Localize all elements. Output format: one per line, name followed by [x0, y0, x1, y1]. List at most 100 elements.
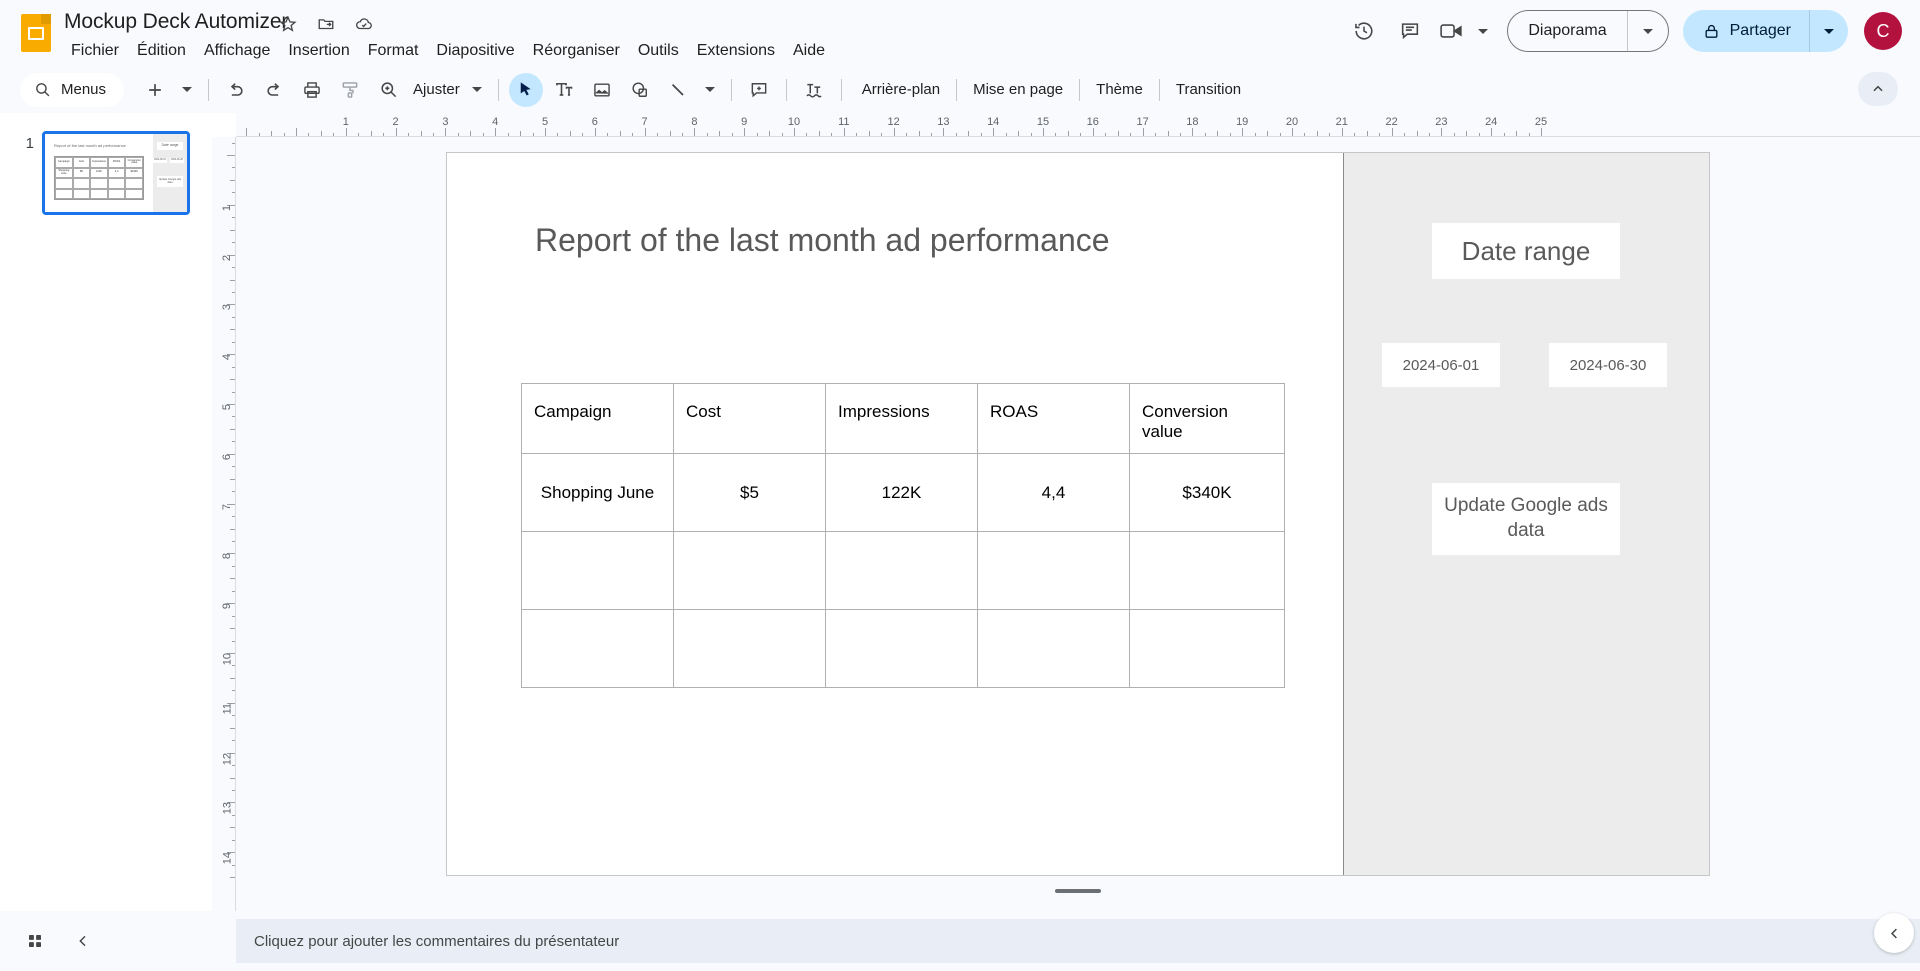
- paint-format-icon[interactable]: [333, 73, 367, 107]
- slide-thumbnail-1[interactable]: Report of the last month ad performance …: [42, 131, 190, 215]
- ruler-label: 11: [221, 702, 233, 715]
- divider: [497, 78, 499, 101]
- cell-empty[interactable]: [521, 531, 674, 610]
- cell-empty[interactable]: [673, 609, 826, 688]
- performance-table[interactable]: Campaign Cost Impressions ROAS Conversio…: [521, 383, 1285, 688]
- thumbnail-title: Report of the last month ad performance: [54, 143, 126, 148]
- present-dropdown-icon[interactable]: [1628, 11, 1668, 51]
- insert-shape-icon[interactable]: [623, 73, 657, 107]
- select-cursor-icon[interactable]: [508, 72, 543, 107]
- horizontal-ruler[interactable]: 1 2 3 4 5 6 7 8 9 10 11 12 13 14 15 16 17 18 19 20 21 22 23 24 2…: [236, 113, 1920, 137]
- cell-empty[interactable]: [977, 531, 1130, 610]
- menu-insertion[interactable]: Insertion: [279, 40, 358, 62]
- ruler-label: 9: [221, 603, 233, 610]
- zoom-icon[interactable]: [371, 73, 405, 107]
- share-button[interactable]: Partager: [1683, 10, 1809, 52]
- cell-cost[interactable]: $5: [673, 453, 826, 532]
- menu-diapositive[interactable]: Diapositive: [427, 40, 523, 62]
- cell-empty[interactable]: [521, 609, 674, 688]
- cell-empty[interactable]: [825, 609, 978, 688]
- zoom-dropdown-icon[interactable]: [466, 73, 488, 107]
- menu-extensions[interactable]: Extensions: [688, 40, 784, 62]
- meet-dropdown-icon[interactable]: [1471, 8, 1495, 54]
- menu-format[interactable]: Format: [359, 40, 428, 62]
- cell-empty[interactable]: [673, 531, 826, 610]
- divider: [956, 78, 958, 101]
- move-to-folder-icon[interactable]: [316, 14, 336, 34]
- cell-impressions[interactable]: 122K: [825, 453, 978, 532]
- grid-view-icon[interactable]: [18, 924, 52, 958]
- menu-reorganiser[interactable]: Réorganiser: [524, 40, 629, 62]
- expand-sidebar-button[interactable]: [1874, 913, 1914, 953]
- ruler-label: 1: [342, 116, 349, 128]
- slide-editor[interactable]: Report of the last month ad performance …: [446, 152, 1710, 893]
- share-button-group: Partager: [1682, 10, 1848, 52]
- theme-button[interactable]: Thème: [1084, 75, 1155, 104]
- menu-fichier[interactable]: Fichier: [62, 40, 128, 62]
- text-transform-icon[interactable]: [797, 73, 831, 107]
- menu-affichage[interactable]: Affichage: [195, 40, 279, 62]
- update-google-ads-button[interactable]: Update Google ads data: [1432, 483, 1620, 555]
- meet-camera-icon[interactable]: [1433, 8, 1471, 54]
- star-icon[interactable]: [278, 14, 298, 34]
- comment-icon[interactable]: [1387, 8, 1433, 54]
- cell-roas[interactable]: 4,4: [977, 453, 1130, 532]
- insert-image-icon[interactable]: [585, 73, 619, 107]
- vertical-ruler[interactable]: 1 2 3 4 5 6 7 8 9 10 11 12 13 14: [212, 137, 236, 911]
- insert-line-icon[interactable]: [661, 73, 695, 107]
- collapse-toolbar-button[interactable]: [1858, 72, 1898, 106]
- ruler-label: 14: [987, 116, 1000, 128]
- date-start-field[interactable]: 2024-06-01: [1382, 343, 1500, 387]
- slide-side-panel[interactable]: Date range 2024-06-01 2024-06-30 Update …: [1343, 153, 1709, 875]
- share-dropdown-icon[interactable]: [1810, 10, 1848, 52]
- cell-empty[interactable]: [977, 609, 1130, 688]
- cell-empty[interactable]: [1129, 531, 1285, 610]
- date-end-field[interactable]: 2024-06-30: [1549, 343, 1667, 387]
- avatar[interactable]: C: [1864, 12, 1902, 50]
- slide-title[interactable]: Report of the last month ad performance: [535, 222, 1110, 259]
- zoom-fit-label[interactable]: Ajuster: [407, 81, 464, 98]
- new-slide-icon[interactable]: [138, 73, 172, 107]
- new-slide-dropdown-icon[interactable]: [176, 73, 198, 107]
- undo-icon[interactable]: [219, 73, 253, 107]
- cell-campaign[interactable]: Shopping June: [521, 453, 674, 532]
- document-title[interactable]: Mockup Deck Automizer: [64, 10, 288, 34]
- header-conversion-value[interactable]: Conversion value: [1129, 383, 1285, 454]
- version-history-icon[interactable]: [1341, 8, 1387, 54]
- print-icon[interactable]: [295, 73, 329, 107]
- redo-icon[interactable]: [257, 73, 291, 107]
- ruler-label: 10: [787, 116, 801, 128]
- add-comment-icon[interactable]: [742, 73, 776, 107]
- ruler-label: 5: [221, 404, 233, 411]
- ruler-label: 18: [1186, 116, 1199, 128]
- cell-empty[interactable]: [825, 531, 978, 610]
- divider: [785, 78, 787, 101]
- notes-resize-handle[interactable]: [1055, 889, 1101, 893]
- header-cost[interactable]: Cost: [673, 383, 826, 454]
- table-header-row: Campaign Cost Impressions ROAS Conversio…: [521, 383, 1285, 454]
- line-dropdown-icon[interactable]: [699, 73, 721, 107]
- cloud-saved-icon[interactable]: [354, 14, 374, 34]
- top-bar: Mockup Deck Automizer Fichier Édition Af…: [0, 0, 1920, 66]
- menu-bar: Fichier Édition Affichage Insertion Form…: [62, 40, 834, 62]
- menu-edition[interactable]: Édition: [128, 40, 195, 62]
- date-range-label[interactable]: Date range: [1432, 223, 1620, 279]
- text-box-icon[interactable]: [547, 73, 581, 107]
- layout-button[interactable]: Mise en page: [961, 75, 1075, 104]
- ruler-label: 3: [442, 116, 449, 128]
- cell-conversion-value[interactable]: $340K: [1129, 453, 1285, 532]
- menu-outils[interactable]: Outils: [629, 40, 688, 62]
- cell-empty[interactable]: [1129, 609, 1285, 688]
- transition-button[interactable]: Transition: [1164, 75, 1253, 104]
- header-roas[interactable]: ROAS: [977, 383, 1130, 454]
- present-button[interactable]: Diaporama: [1508, 11, 1626, 51]
- ruler-label: 25: [1534, 116, 1548, 128]
- header-campaign[interactable]: Campaign: [521, 383, 674, 454]
- collapse-panel-icon[interactable]: [66, 924, 100, 958]
- speaker-notes-field[interactable]: Cliquez pour ajouter les commentaires du…: [236, 919, 1920, 963]
- menu-aide[interactable]: Aide: [784, 40, 834, 62]
- slide-canvas[interactable]: Report of the last month ad performance …: [236, 137, 1920, 911]
- header-impressions[interactable]: Impressions: [825, 383, 978, 454]
- menus-search-button[interactable]: Menus: [20, 72, 125, 107]
- background-button[interactable]: Arrière-plan: [850, 75, 952, 104]
